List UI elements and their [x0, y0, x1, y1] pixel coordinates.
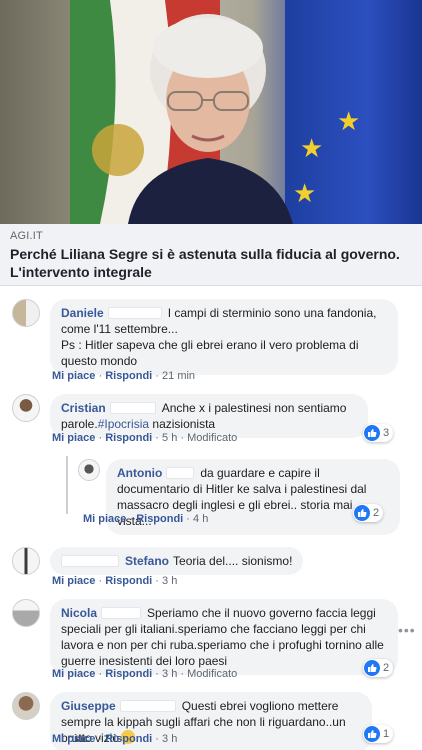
comment-actions: Mi piace · Rispondi · 3 h · Modificato [52, 668, 238, 680]
comment-bubble: Stefano Teoria del.... sionismo! [50, 547, 304, 575]
comment-text: nazisionista [149, 417, 216, 431]
article-image[interactable]: ★ ★ ★ [0, 0, 422, 224]
portrait-image [128, 14, 293, 224]
redacted-name [166, 467, 195, 479]
avatar[interactable] [12, 547, 40, 575]
like-link[interactable]: Mi piace [52, 733, 95, 745]
thumbs-up-icon [364, 660, 380, 676]
like-link[interactable]: Mi piace [52, 370, 95, 382]
comment-actions: Mi piace · Rispondi · 4 h [83, 513, 209, 525]
like-link[interactable]: Mi piace [52, 432, 95, 444]
reply-link[interactable]: Rispondi [105, 432, 152, 444]
comment-actions: Mi piace · Rispondi · 3 h [52, 575, 178, 587]
redacted-name [119, 700, 176, 712]
redacted-name [61, 555, 119, 567]
commenter-name[interactable]: Cristian [61, 401, 106, 415]
link-preview[interactable]: AGI.IT Perché Liliana Segre si è astenut… [0, 224, 422, 286]
avatar[interactable] [12, 394, 40, 422]
avatar[interactable] [12, 692, 40, 720]
reply-link[interactable]: Rispondi [105, 575, 152, 587]
comment-bubble: Nicola Speriamo che il nuovo governo facc… [50, 599, 398, 675]
comment-time[interactable]: 3 h [162, 668, 177, 680]
commenter-name[interactable]: Giuseppe [61, 699, 116, 713]
reaction-count[interactable]: 2 [353, 504, 384, 522]
commenter-name[interactable]: Daniele [61, 306, 104, 320]
comment-bubble: Daniele I campi di sterminio sono una fan… [50, 299, 398, 375]
comment-actions: Mi piace · Rispondi · 5 h · Modificato [52, 432, 238, 444]
avatar[interactable] [78, 459, 100, 481]
comment-actions: Mi piace · Rispondi · 21 min [52, 370, 196, 382]
redacted-name [101, 607, 142, 619]
redacted-name [107, 307, 162, 319]
like-link[interactable]: Mi piace [52, 668, 95, 680]
commenter-name[interactable]: Antonio [117, 466, 162, 480]
link-domain: AGI.IT [10, 230, 43, 242]
thumbs-up-icon [354, 505, 370, 521]
link-title[interactable]: Perché Liliana Segre si è astenuta sulla… [10, 245, 412, 281]
avatar[interactable] [12, 599, 40, 627]
comment-time[interactable]: 21 min [162, 370, 195, 382]
comment-text: Teoria del.... sionismo! [173, 554, 293, 568]
like-link[interactable]: Mi piace [83, 513, 126, 525]
comment-text: Ps : Hitler sapeva che gli ebrei erano i… [61, 338, 359, 368]
comment-time[interactable]: 3 h [162, 733, 177, 745]
reply-link[interactable]: Rispondi [136, 513, 183, 525]
reply-link[interactable]: Rispondi [105, 733, 152, 745]
avatar[interactable] [12, 299, 40, 327]
reply-thread-line [66, 456, 68, 514]
comment-time[interactable]: 3 h [162, 575, 177, 587]
star-icon: ★ [337, 106, 361, 136]
commenter-name[interactable]: Nicola [61, 606, 97, 620]
more-options-icon[interactable]: ••• [398, 622, 416, 638]
commenter-name[interactable]: Stefano [125, 554, 169, 568]
comment-time[interactable]: 4 h [193, 513, 208, 525]
redacted-name [109, 402, 156, 414]
comment-stefano: Stefano Teoria del.... sionismo! [12, 547, 304, 575]
like-link[interactable]: Mi piace [52, 575, 95, 587]
comment-actions: Mi piace · Rispondi · 3 h [52, 733, 178, 745]
reaction-count[interactable]: 3 [363, 424, 394, 442]
comment-daniele: Daniele I campi di sterminio sono una fan… [12, 299, 398, 375]
reply-link[interactable]: Rispondi [105, 370, 152, 382]
comment-time[interactable]: 5 h [162, 432, 177, 444]
reaction-count[interactable]: 2 [363, 659, 394, 677]
reaction-count[interactable]: 1 [363, 725, 394, 743]
reply-link[interactable]: Rispondi [105, 668, 152, 680]
comment-nicola: Nicola Speriamo che il nuovo governo facc… [12, 599, 398, 675]
thumbs-up-icon [364, 425, 380, 441]
edited-label[interactable]: Modificato [187, 432, 237, 444]
thumbs-up-icon [364, 726, 380, 742]
edited-label[interactable]: Modificato [187, 668, 237, 680]
hashtag-link[interactable]: #Ipocrisia [98, 417, 149, 431]
